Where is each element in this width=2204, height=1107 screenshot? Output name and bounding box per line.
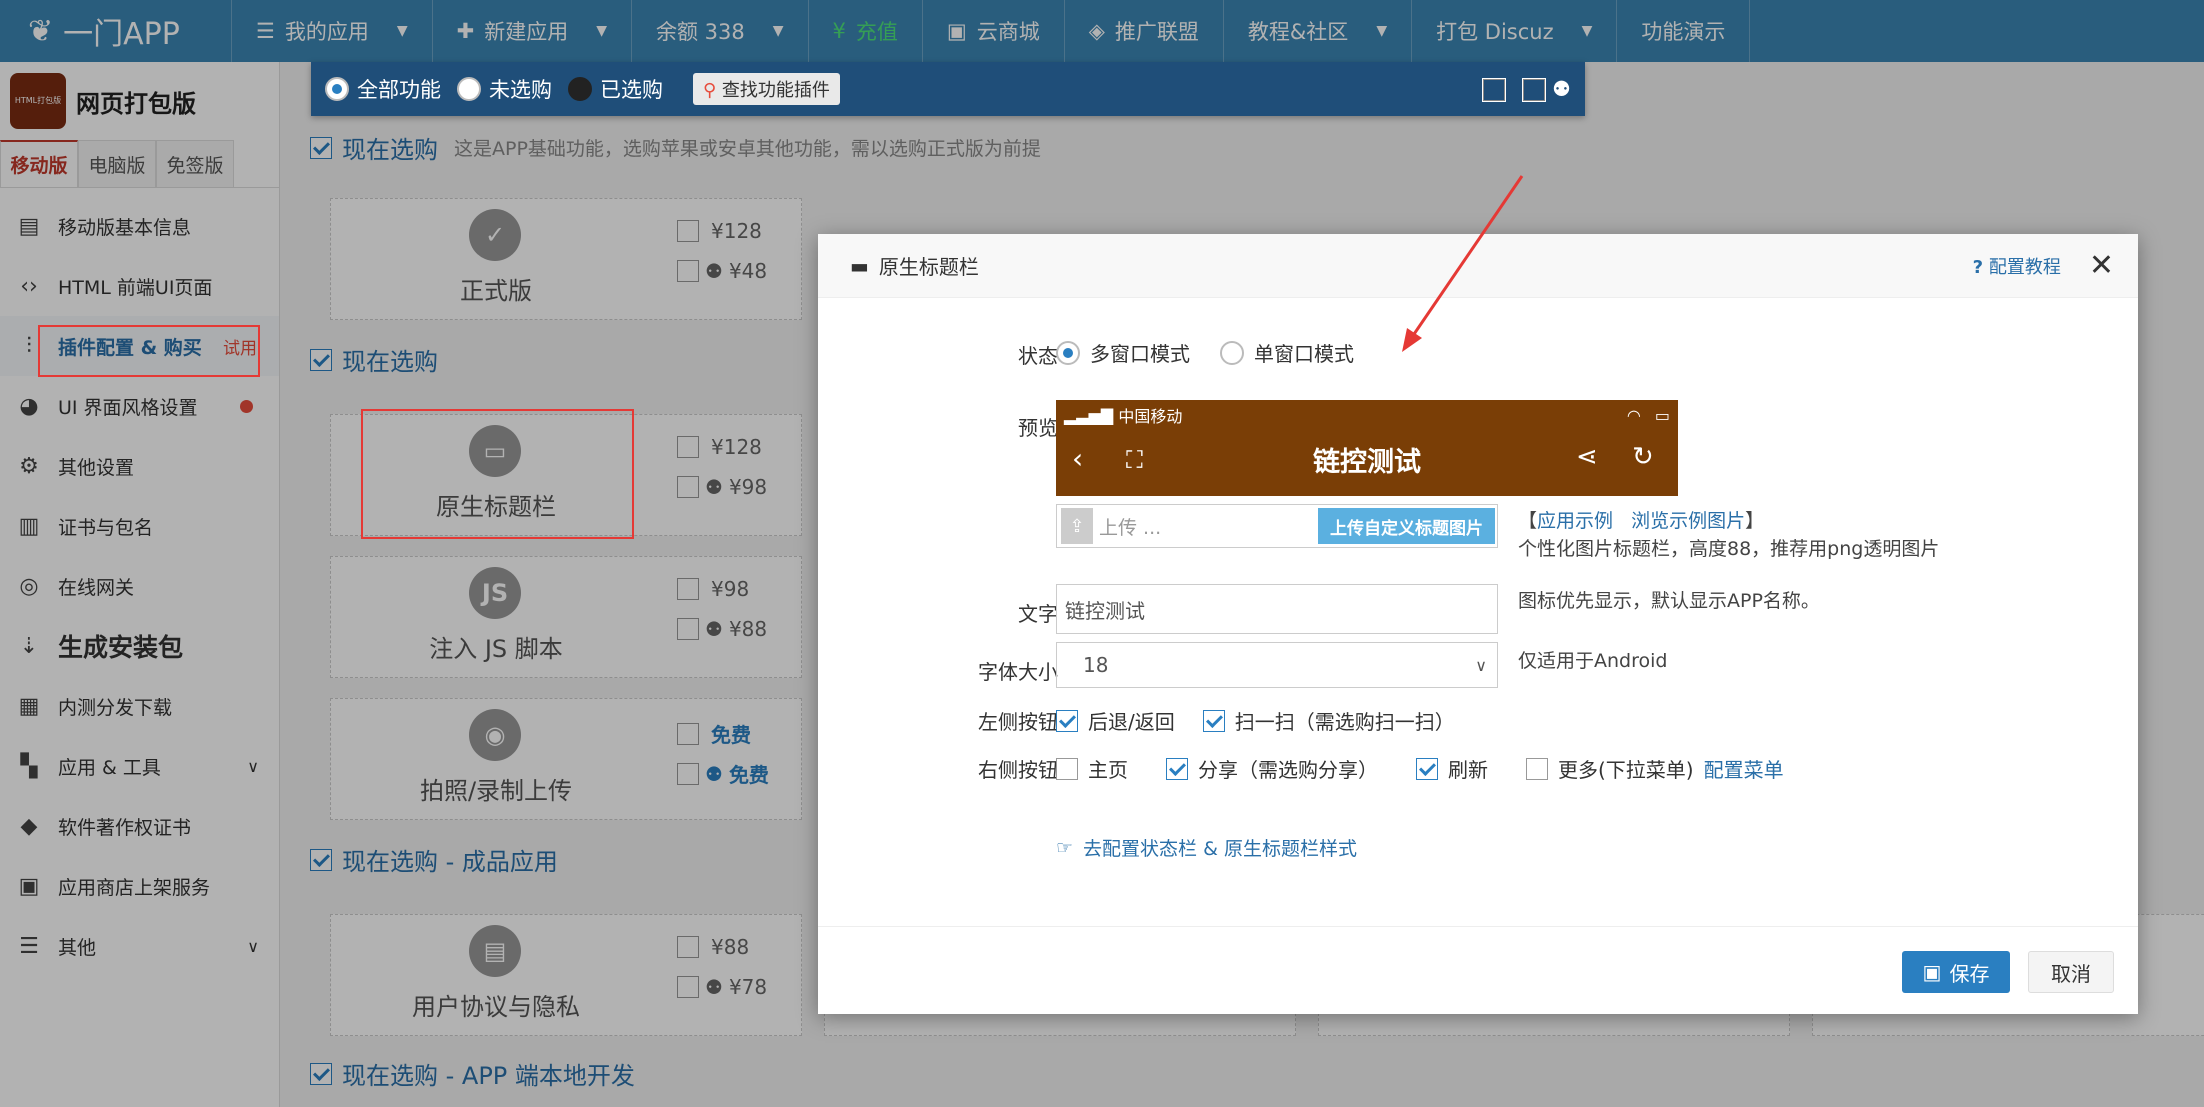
dialog-header: ▬ 原生标题栏 ? 配置教程 ✕ [818, 234, 2138, 298]
save-label: 保存 [1949, 961, 1990, 986]
status-options: 多窗口模式 单窗口模式 [1056, 338, 1354, 367]
filter-ios[interactable] [1482, 77, 1507, 102]
filter-unpurchased[interactable]: 未选购 [457, 74, 552, 104]
checkbox[interactable] [1482, 78, 1507, 102]
font-size-hint: 仅适用于Android [1518, 650, 1668, 672]
battery-icon: ▭ [1654, 405, 1670, 425]
browse-examples-link[interactable]: 浏览示例图片 [1631, 510, 1745, 532]
wifi-icon: ◠ [1626, 405, 1641, 425]
dialog-title: 原生标题栏 [878, 255, 979, 279]
filter-purchased[interactable]: 已选购 [568, 74, 663, 104]
share-icon: ⋖ [1576, 442, 1598, 472]
dialog-footer: ▣ 保存 取消 [818, 926, 2138, 1014]
configure-style-label: 去配置状态栏 & 原生标题栏样式 [1083, 838, 1357, 860]
configure-menu-link[interactable]: 配置菜单 [1704, 754, 1784, 783]
upload-links: 【应用示例 浏览示例图片】 [1518, 506, 1764, 533]
question-icon: ? [1972, 256, 1984, 278]
checkbox-share[interactable] [1166, 757, 1188, 780]
help-link[interactable]: ? 配置教程 [1973, 253, 2061, 279]
status-label: 状态 [1018, 344, 1058, 368]
status-bar: ▂▃▅▇ 中国移动 ◠ ▭ [1056, 404, 1678, 427]
right-buttons-label: 右侧按钮 [978, 758, 1058, 782]
titlebar-icon: ▬ [850, 253, 869, 278]
filter-label: 已选购 [600, 78, 663, 102]
font-size-value: 18 [1083, 653, 1109, 677]
refresh-icon: ↻ [1632, 442, 1654, 472]
filter-all[interactable]: 全部功能 [325, 74, 441, 104]
radio-button[interactable] [325, 77, 349, 101]
checkbox-refresh[interactable] [1416, 757, 1438, 780]
bracket-close: 】 [1745, 510, 1765, 532]
chevron-down-icon: ∨ [1475, 655, 1487, 675]
upload-hint: 个性化图片标题栏，高度88，推荐用png透明图片 [1518, 538, 1940, 560]
hand-pointer-icon: ☞ [1056, 836, 1074, 859]
radio-label: 多窗口模式 [1090, 342, 1190, 366]
platform-filters: ⚉ [1482, 77, 1571, 102]
upload-icon: ⇪ [1061, 508, 1093, 544]
checkbox-label: 扫一扫（需选购扫一扫） [1234, 710, 1455, 734]
checkbox-label: 分享（需选购分享） [1198, 758, 1378, 782]
left-buttons-label: 左侧按钮 [978, 710, 1058, 734]
filter-label: 未选购 [489, 78, 552, 102]
checkbox-back[interactable] [1056, 709, 1078, 732]
left-buttons-options: 后退/返回 扫一扫（需选购扫一扫） [1056, 706, 1455, 735]
signal-icon: ▂▃▅▇ [1064, 405, 1114, 425]
search-plugin-button[interactable]: ⚲ 查找功能插件 [693, 73, 840, 105]
carrier-name: 中国移动 [1118, 407, 1183, 426]
close-icon[interactable]: ✕ [2089, 248, 2114, 283]
right-buttons-options: 主页 分享（需选购分享） 刷新 更多(下拉菜单) 配置菜单 [1056, 754, 1784, 783]
configure-style-link[interactable]: ☞ 去配置状态栏 & 原生标题栏样式 [1056, 834, 1357, 861]
radio-multi-window[interactable] [1056, 340, 1080, 365]
highlight-box-card [361, 409, 634, 539]
filter-bar: 全部功能 未选购 已选购 ⚲ 查找功能插件 ⚉ [311, 62, 1585, 116]
checkbox-more[interactable] [1526, 757, 1548, 780]
search-icon: ⚲ [703, 80, 717, 101]
checkbox-label: 更多(下拉菜单) [1558, 758, 1694, 782]
radio-button[interactable] [568, 77, 592, 101]
checkbox-label: 刷新 [1448, 758, 1488, 782]
help-label: 配置教程 [1988, 256, 2061, 278]
title-text-input[interactable]: 链控测试 [1056, 584, 1498, 634]
upload-placeholder: 上传 ... [1099, 516, 1162, 539]
checkbox-label: 主页 [1088, 758, 1128, 782]
font-size-label: 字体大小 [978, 660, 1058, 684]
font-size-select[interactable]: 18 ∨ [1056, 642, 1498, 688]
cancel-button[interactable]: 取消 [2028, 951, 2114, 993]
filter-android[interactable]: ⚉ [1522, 77, 1571, 102]
radio-single-window[interactable] [1220, 340, 1244, 365]
preview-label: 预览 [1018, 416, 1058, 440]
app-example-link[interactable]: 应用示例 [1537, 510, 1613, 532]
search-label: 查找功能插件 [721, 80, 830, 101]
text-hint: 图标优先显示，默认显示APP名称。 [1518, 590, 1820, 612]
checkbox-scan[interactable] [1202, 709, 1225, 732]
titlebar-preview: ▂▃▅▇ 中国移动 ◠ ▭ ‹ ⛶ 链控测试 ⋖ ↻ [1056, 400, 1678, 496]
checkbox-home[interactable] [1056, 757, 1078, 780]
text-label: 文字 [1018, 602, 1058, 626]
save-icon: ▣ [1922, 960, 1942, 984]
radio-label: 单窗口模式 [1254, 342, 1354, 366]
radio-button[interactable] [457, 77, 481, 101]
android-icon: ⚉ [1552, 77, 1571, 101]
titlebar-config-dialog: ▬ 原生标题栏 ? 配置教程 ✕ 状态 多窗口模式 单窗口模式 预览 ▂▃▅▇ … [818, 234, 2138, 1014]
bracket-open: 【 [1518, 510, 1538, 532]
upload-field[interactable]: ⇪ 上传 ... 上传自定义标题图片 [1056, 504, 1498, 548]
highlight-box-sidebar [38, 325, 260, 377]
save-button[interactable]: ▣ 保存 [1902, 951, 2010, 993]
upload-title-image-button[interactable]: 上传自定义标题图片 [1318, 508, 1495, 544]
checkbox-label: 后退/返回 [1088, 710, 1175, 734]
checkbox[interactable] [1522, 78, 1547, 102]
filter-label: 全部功能 [357, 78, 441, 102]
